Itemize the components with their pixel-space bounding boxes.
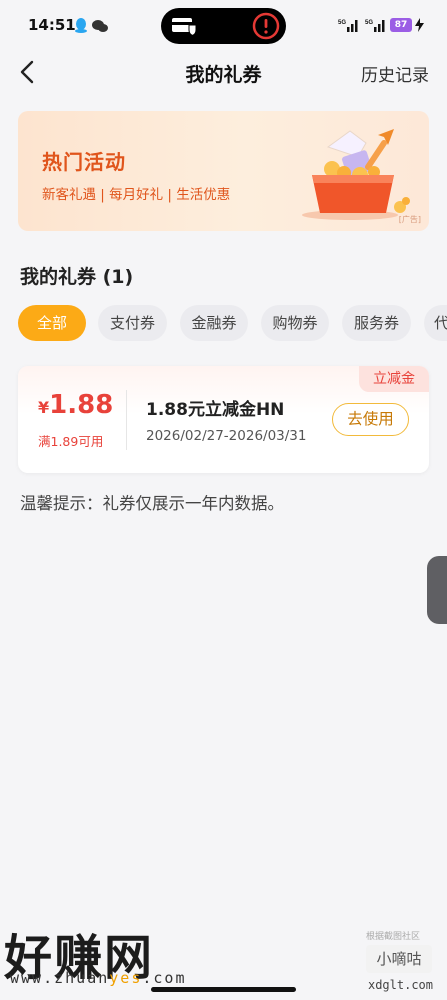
signal-5g-icon: 5G <box>365 20 385 32</box>
tab-service[interactable]: 服务券 <box>342 305 411 341</box>
dynamic-island <box>161 8 286 44</box>
site-footer: xdglt.com <box>367 978 433 992</box>
xiaodigu-caption: 根据截图社区 <box>366 932 421 942</box>
tab-finance[interactable]: 金融券 <box>180 305 248 341</box>
battery-indicator: 87 <box>390 18 412 32</box>
watermark-url-suffix: .com <box>142 969 187 987</box>
banner-subtitle: 新客礼遇 | 每月好礼 | 生活优惠 <box>42 187 231 203</box>
svg-text:5G: 5G <box>338 20 346 26</box>
coupon-condition: 满1.89可用 <box>38 434 104 449</box>
tab-more[interactable]: 代 <box>424 305 447 341</box>
coupon-type-badge: 立减金 <box>359 366 429 392</box>
ad-label: [广告] <box>398 215 421 224</box>
floating-widget[interactable] <box>427 556 447 624</box>
qq-icon <box>75 18 87 33</box>
nav-bar: 我的礼券 历史记录 <box>0 50 447 94</box>
coupon-divider <box>126 390 127 450</box>
tab-all[interactable]: 全部 <box>18 305 86 341</box>
card-shield-icon <box>172 18 197 36</box>
xiaodigu-logo: 小嘀咕 <box>366 945 432 973</box>
coupon-name: 1.88元立减金HN <box>146 400 285 420</box>
tip-text: 温馨提示：礼券仅展示一年内数据。 <box>20 494 284 513</box>
svg-text:5G: 5G <box>365 20 373 26</box>
signal-5g-icon: 5G <box>338 20 358 32</box>
currency-symbol: ¥ <box>38 398 50 417</box>
wechat-icon <box>92 20 108 32</box>
coupon-amount: ¥1.88 <box>38 390 113 420</box>
section-title: 我的礼券 (1) <box>20 266 134 288</box>
filter-tabs: 全部 支付券 金融券 购物券 服务券 代 <box>0 305 447 345</box>
watermark-url: www.zhuanyes.com <box>10 969 187 987</box>
status-time: 14:51 <box>28 16 76 34</box>
alert-icon <box>252 12 280 40</box>
tab-shopping[interactable]: 购物券 <box>261 305 329 341</box>
gift-basket-icon <box>302 129 410 220</box>
watermark-url-prefix: www.zhuan <box>10 969 110 987</box>
coupon-value: 1.88 <box>49 390 114 420</box>
use-coupon-button[interactable]: 去使用 <box>332 403 409 436</box>
watermark-url-highlight: yes <box>109 969 143 987</box>
tab-payment[interactable]: 支付券 <box>98 305 167 341</box>
coupon-card[interactable]: 立减金 ¥1.88 满1.89可用 1.88元立减金HN 2026/02/27-… <box>18 366 429 473</box>
home-indicator[interactable] <box>151 987 296 992</box>
coupon-validity: 2026/02/27-2026/03/31 <box>146 428 307 444</box>
charging-icon <box>415 18 424 32</box>
banner-title: 热门活动 <box>42 150 126 174</box>
history-button[interactable]: 历史记录 <box>361 61 429 86</box>
status-bar: 14:51 5G 5G 87 <box>0 0 447 50</box>
promo-banner[interactable]: 热门活动 新客礼遇 | 每月好礼 | 生活优惠 [广告] <box>18 111 429 231</box>
